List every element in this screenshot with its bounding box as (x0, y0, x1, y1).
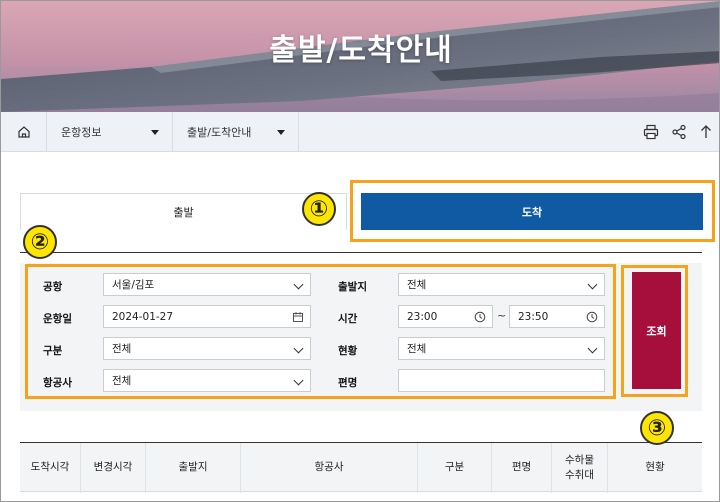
caret-down-icon (277, 130, 285, 135)
menu-dropdown-label: 출발/도착안내 (187, 126, 252, 139)
column-header: 현황 (645, 461, 665, 474)
toolbar-actions (643, 112, 713, 152)
column-header: 변경시각 (81, 443, 146, 493)
arrow-up-icon[interactable] (699, 124, 713, 140)
tab-departure[interactable]: 출발 (20, 193, 347, 230)
annotation-number-1: ① (302, 192, 336, 226)
home-button[interactable] (1, 112, 47, 152)
hero-banner: 출발/도착안내 (1, 1, 719, 112)
tab-divider (20, 252, 702, 253)
menu-dropdown-flight-info[interactable]: 운항정보 (47, 112, 173, 152)
annotation-box-3 (621, 265, 688, 397)
column-header: 도착시각 (20, 443, 81, 493)
breadcrumb-bar: 운항정보 출발/도착안내 (1, 112, 719, 152)
annotation-number-2: ② (23, 225, 57, 259)
column-header: 편명 (492, 443, 552, 493)
home-icon (17, 126, 30, 138)
column-header: 수하물 수취대 (552, 443, 608, 493)
results-table-header: 도착시각 변경시각 출발지 항공사 구분 편명 수하물 수취대 현황 (20, 442, 702, 493)
menu-dropdown-label: 운항정보 (61, 126, 102, 139)
annotation-box-1 (350, 180, 715, 242)
menu-dropdown-arrival-departure[interactable]: 출발/도착안내 (173, 112, 299, 152)
page-frame: 출발/도착안내 운항정보 출발/도착안내 출발 도착 공항 서울/김포 출발지 … (0, 0, 720, 502)
share-icon[interactable] (671, 124, 687, 140)
print-icon[interactable] (643, 124, 659, 140)
caret-down-icon (151, 130, 159, 135)
column-header: 출발지 (146, 443, 241, 493)
annotation-number-3: ③ (640, 411, 674, 445)
annotation-box-2 (25, 264, 616, 399)
column-header: 구분 (418, 443, 492, 493)
column-header: 항공사 (241, 443, 418, 493)
page-title: 출발/도착안내 (269, 33, 453, 68)
